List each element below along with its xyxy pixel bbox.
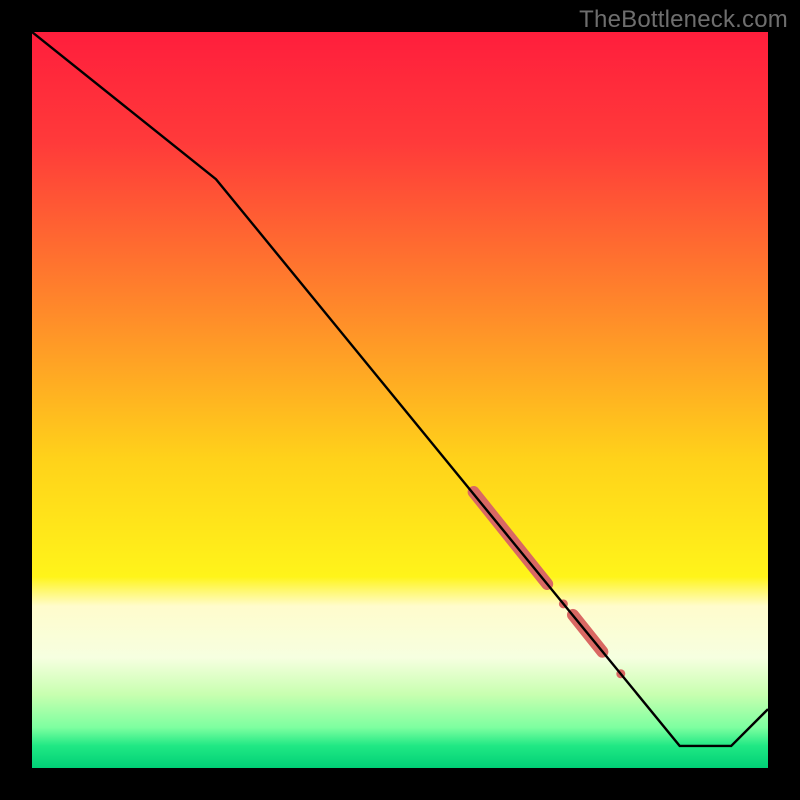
gradient-background: [32, 32, 768, 768]
chart-frame: TheBottleneck.com: [0, 0, 800, 800]
chart-svg: [32, 32, 768, 768]
plot-area: [32, 32, 768, 768]
watermark-label: TheBottleneck.com: [579, 6, 788, 34]
